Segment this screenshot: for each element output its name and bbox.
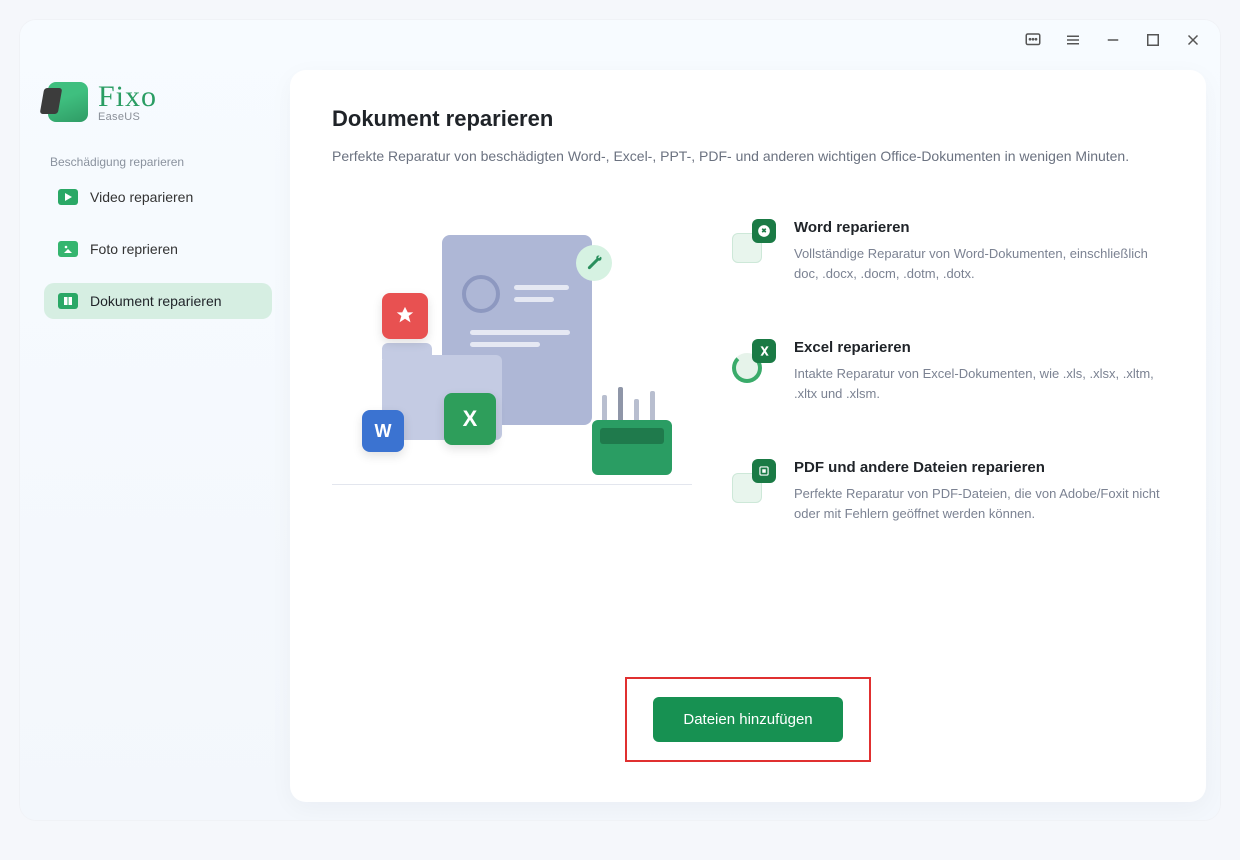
sidebar-item-label: Dokument reparieren [90, 293, 222, 309]
feature-desc: Vollständige Reparatur von Word-Dokument… [794, 244, 1164, 283]
feature-title: PDF und andere Dateien reparieren [794, 459, 1164, 476]
app-window: Fixo EaseUS Beschädigung reparieren Vide… [20, 20, 1220, 820]
sidebar: Fixo EaseUS Beschädigung reparieren Vide… [20, 60, 290, 820]
tools-icon [596, 385, 668, 425]
sidebar-item-label: Foto reprieren [90, 241, 178, 257]
feature-pdf: PDF und andere Dateien reparieren Perfek… [732, 459, 1164, 523]
menu-icon[interactable] [1064, 31, 1082, 49]
excel-tile-icon: X [444, 393, 496, 445]
toolbox-icon [592, 420, 672, 475]
feature-word-icon [732, 219, 776, 263]
content-row: X W Word reparieren Vollständi [332, 215, 1164, 523]
feature-desc: Intakte Reparatur von Excel-Dokumenten, … [794, 364, 1164, 403]
feature-title: Excel reparieren [794, 339, 1164, 356]
titlebar [20, 20, 1220, 60]
nav-section-label: Beschädigung reparieren [50, 155, 272, 169]
close-icon[interactable] [1184, 31, 1202, 49]
sidebar-item-photo[interactable]: Foto reprieren [44, 231, 272, 267]
page-title: Dokument reparieren [332, 106, 1164, 132]
feature-list: Word reparieren Vollständige Reparatur v… [732, 215, 1164, 523]
hero-illustration: X W [332, 215, 692, 505]
logo-mark-icon [48, 82, 88, 122]
sidebar-item-video[interactable]: Video reparieren [44, 179, 272, 215]
brand-name: Fixo [98, 80, 157, 113]
cta-highlight-box: Dateien hinzufügen [625, 677, 870, 762]
add-files-button[interactable]: Dateien hinzufügen [653, 697, 842, 742]
sidebar-item-document[interactable]: Dokument reparieren [44, 283, 272, 319]
feature-word: Word reparieren Vollständige Reparatur v… [732, 219, 1164, 283]
word-tile-icon: W [362, 410, 404, 452]
feature-desc: Perfekte Reparatur von PDF-Dateien, die … [794, 484, 1164, 523]
brand-vendor: EaseUS [98, 111, 157, 123]
page-subtitle: Perfekte Reparatur von beschädigten Word… [332, 146, 1152, 167]
logo: Fixo EaseUS [44, 60, 272, 147]
minimize-icon[interactable] [1104, 31, 1122, 49]
cta-area: Dateien hinzufügen [332, 677, 1164, 774]
main-panel: Dokument reparieren Perfekte Reparatur v… [290, 70, 1206, 802]
feature-excel: Excel reparieren Intakte Reparatur von E… [732, 339, 1164, 403]
pdf-tile-icon [382, 293, 428, 339]
feature-pdf-icon [732, 459, 776, 503]
wrench-icon [576, 245, 612, 281]
maximize-icon[interactable] [1144, 31, 1162, 49]
feedback-icon[interactable] [1024, 31, 1042, 49]
feature-title: Word reparieren [794, 219, 1164, 236]
feature-excel-icon [732, 339, 776, 383]
photo-icon [58, 241, 78, 257]
sidebar-item-label: Video reparieren [90, 189, 193, 205]
document-icon [58, 293, 78, 309]
video-icon [58, 189, 78, 205]
